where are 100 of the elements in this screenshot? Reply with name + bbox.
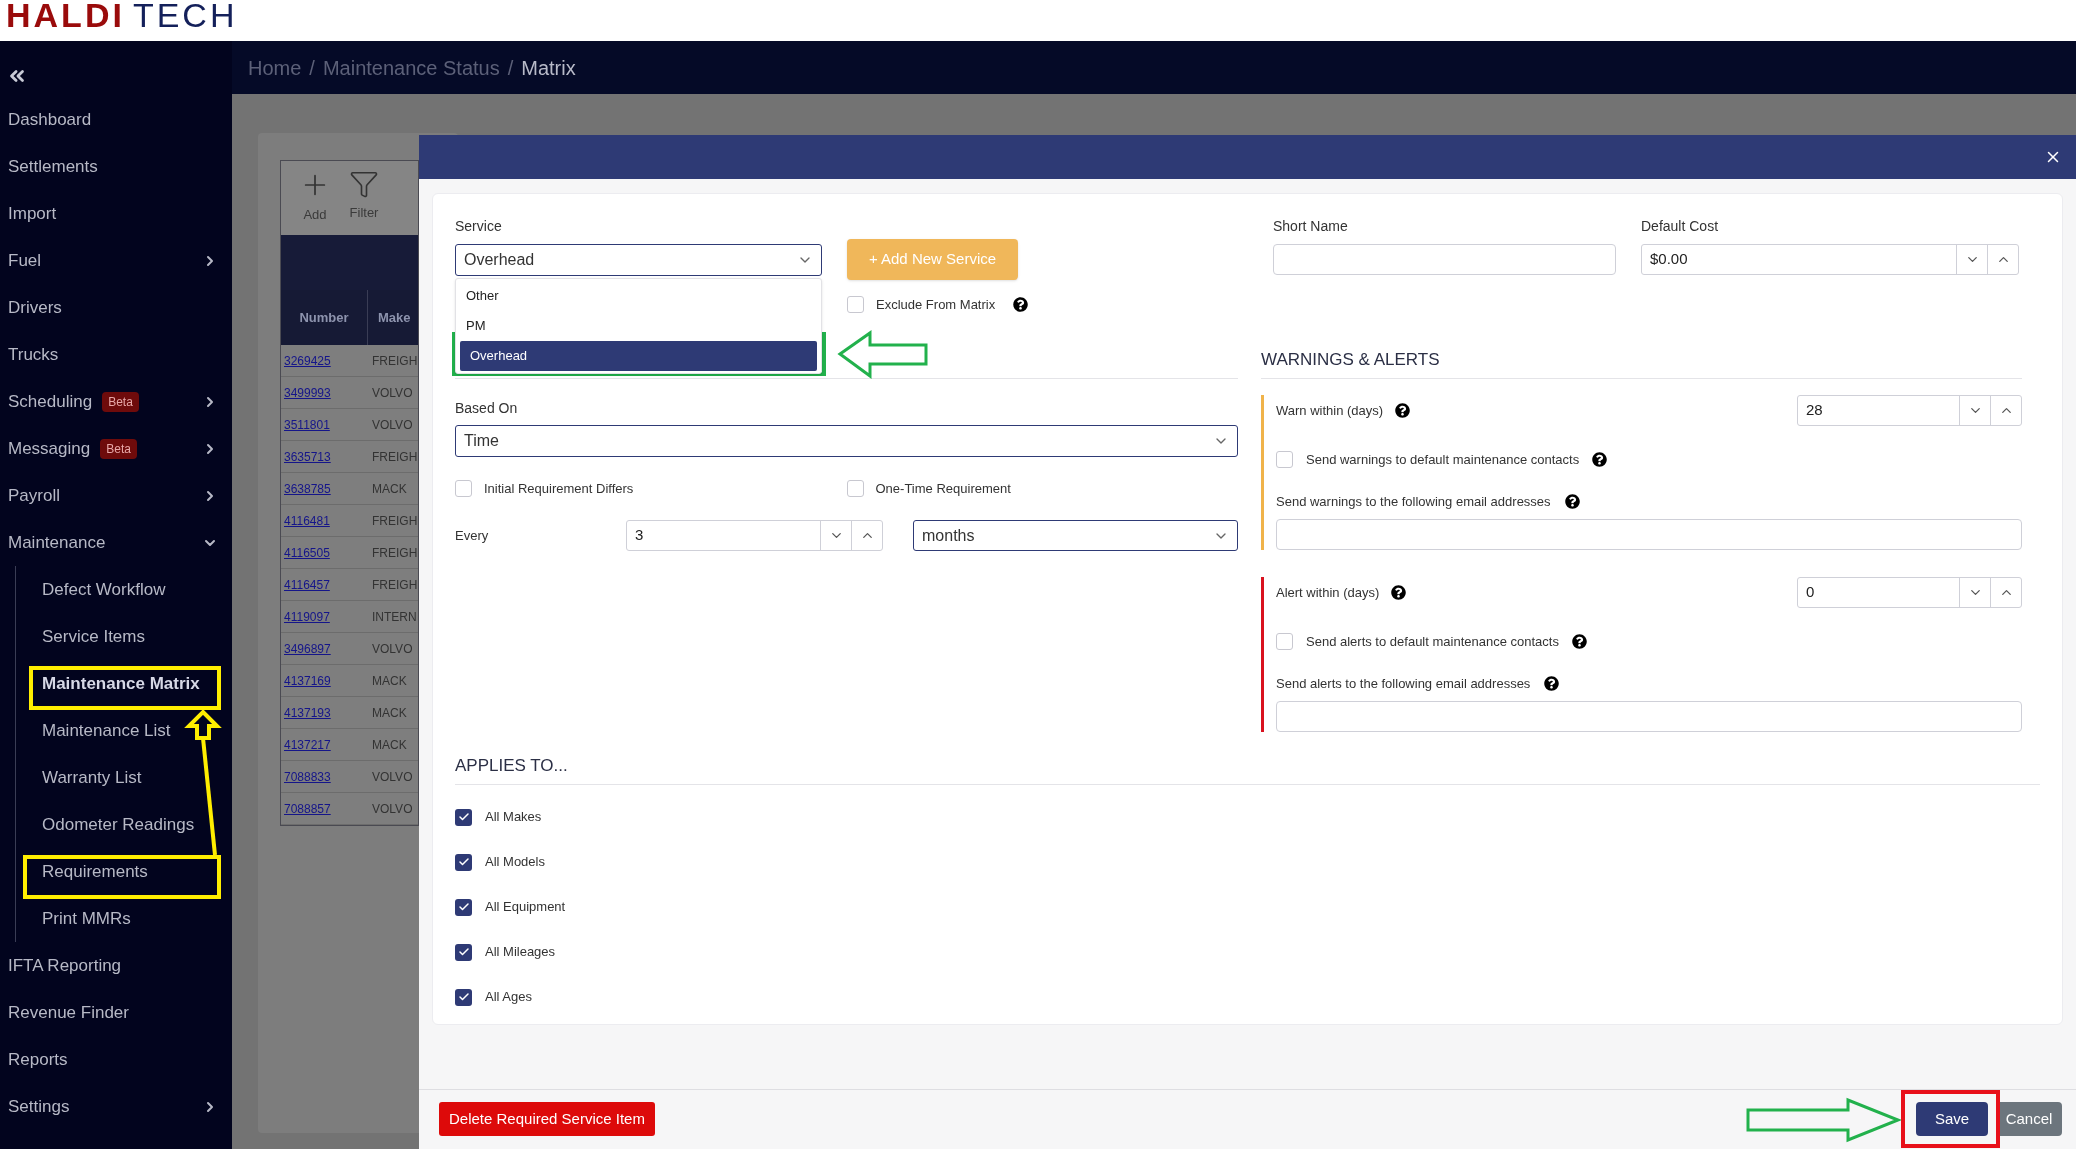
checkbox-label: All Equipment <box>485 898 566 917</box>
table-cell-text: VOLVO <box>371 800 413 818</box>
sidebar-item[interactable]: Import <box>0 190 232 237</box>
sidebar-item[interactable]: Revenue Finder <box>0 989 232 1036</box>
sidebar-item[interactable]: Messaging Beta <box>0 425 232 472</box>
breadcrumb: Matrix <box>521 55 576 81</box>
delete-button[interactable]: Delete Required Service Item <box>439 1102 655 1136</box>
checkbox[interactable] <box>455 898 472 916</box>
checkbox[interactable] <box>1276 451 1293 469</box>
sidebar-item[interactable]: Defect Workflow <box>1 566 232 613</box>
sidebar-item[interactable]: Print MMRs <box>1 895 232 942</box>
unit-select[interactable]: months <box>913 520 1238 551</box>
sidebar-item[interactable]: Reports <box>0 1036 232 1083</box>
table-cell-text: MACK <box>371 480 407 498</box>
based-on-select[interactable]: Time <box>455 424 1238 457</box>
field-label: Service <box>455 218 503 234</box>
filter-icon <box>349 169 379 199</box>
table-cell-text: FREIGH <box>371 544 418 562</box>
checkbox-label: Send alerts to default maintenance contacts <box>1306 633 1559 651</box>
field-label: Send warnings to the following email addresses <box>1276 492 1551 511</box>
table-cell-text: VOLVO <box>371 768 413 786</box>
sidebar-item[interactable]: Odometer Readings <box>1 801 232 848</box>
save-button[interactable]: Save <box>1916 1102 1988 1136</box>
sidebar-item[interactable]: Dashboard <box>0 96 232 143</box>
checkbox[interactable] <box>846 479 864 497</box>
field-label: Based On <box>455 399 519 416</box>
table-cell-text: VOLVO <box>371 640 413 658</box>
checkbox[interactable] <box>455 988 472 1006</box>
checkbox[interactable] <box>847 296 864 314</box>
column-header[interactable]: Number <box>281 290 368 345</box>
field-label: Default Cost <box>1641 218 1720 234</box>
help-icon[interactable] <box>1564 493 1580 509</box>
logo: HALDI TECH <box>6 0 238 30</box>
field-label: Warn within (days) <box>1276 401 1384 420</box>
email-field[interactable] <box>1276 519 2022 550</box>
number-field[interactable]: 28 <box>1797 395 2022 426</box>
field-label: Send alerts to the following email addresses <box>1276 674 1531 693</box>
beta-badge: Beta <box>102 391 139 412</box>
dropdown-option[interactable]: Other <box>456 281 821 311</box>
help-icon[interactable] <box>1391 585 1407 600</box>
checkbox-label: Send warnings to default maintenance contacts <box>1306 451 1580 469</box>
sidebar-item[interactable]: Scheduling Beta <box>0 378 232 425</box>
number-field[interactable]: 0 <box>1797 577 2022 608</box>
help-icon[interactable] <box>1592 452 1608 468</box>
table-cell-text: FREIGH <box>371 512 418 530</box>
check-icon <box>457 856 470 868</box>
sidebar-item[interactable]: Trucks <box>0 331 232 378</box>
checkbox[interactable] <box>455 808 472 826</box>
help-icon[interactable] <box>1571 634 1587 650</box>
sidebar-item[interactable]: Maintenance List <box>1 707 232 754</box>
section-heading: APPLIES TO... <box>455 756 569 776</box>
dropdown-option[interactable]: PM <box>456 311 821 341</box>
table-cell-text: VOLVO <box>371 384 413 402</box>
sidebar-item[interactable]: Drivers <box>0 284 232 331</box>
sidebar-item[interactable]: Settings <box>0 1083 232 1130</box>
section-heading: WARNINGS & ALERTS <box>1261 350 1441 370</box>
sidebar-item[interactable]: Warranty List <box>1 754 232 801</box>
dropdown-option[interactable]: Overhead <box>460 341 817 371</box>
help-icon[interactable] <box>1544 675 1560 691</box>
checkbox[interactable] <box>455 479 472 497</box>
breadcrumb-separator: / <box>507 55 514 81</box>
sidebar-item[interactable]: Payroll <box>0 472 232 519</box>
field-label: Every <box>455 526 490 545</box>
check-icon <box>457 946 470 958</box>
service-select[interactable]: Overhead <box>455 244 822 276</box>
checkbox-label: Exclude From Matrix <box>876 296 996 314</box>
checkbox-label: All Makes <box>485 808 542 827</box>
help-icon[interactable] <box>1395 403 1411 418</box>
field-label: Alert within (days) <box>1276 583 1380 602</box>
field-label: Short Name <box>1273 218 1349 234</box>
column-header[interactable]: Make <box>368 290 418 345</box>
breadcrumb-separator: / <box>309 55 315 81</box>
sidebar-item[interactable]: Requirements <box>1 848 232 895</box>
table-cell-text: INTERN <box>371 608 417 626</box>
number-field[interactable]: 3 <box>626 520 883 551</box>
sidebar-item[interactable]: Service Items <box>1 613 232 660</box>
table-cell-text: MACK <box>371 736 407 754</box>
checkbox[interactable] <box>1276 633 1293 651</box>
email-field[interactable] <box>1276 701 2022 732</box>
sidebar-item[interactable]: Fuel <box>0 237 232 284</box>
checkbox-label: All Ages <box>485 988 532 1007</box>
table-cell-text: FREIGH <box>371 352 418 370</box>
check-icon <box>457 811 470 823</box>
sidebar-item[interactable]: IFTA Reporting <box>0 942 232 989</box>
checkbox-label: One-Time Requirement <box>875 479 1011 498</box>
checkbox-label: All Mileages <box>485 943 556 962</box>
short-name-field[interactable] <box>1273 244 1616 275</box>
checkbox[interactable] <box>455 853 472 871</box>
checkbox-label: All Models <box>485 853 545 872</box>
table-cell-text: MACK <box>371 704 407 722</box>
sidebar-item[interactable]: Maintenance Matrix <box>1 660 232 707</box>
checkbox[interactable] <box>455 943 472 961</box>
help-icon[interactable] <box>1013 297 1029 313</box>
table-cell-text: VOLVO <box>371 416 413 434</box>
checkbox-label: Initial Requirement Differs <box>484 479 634 498</box>
number-field[interactable]: $0.00 <box>1641 244 2019 275</box>
sidebar-item[interactable]: Settlements <box>0 143 232 190</box>
sidebar-item[interactable]: Maintenance <box>0 519 232 566</box>
table-cell-text: FREIGH <box>371 576 418 594</box>
table-cell-text: MACK <box>371 672 407 690</box>
